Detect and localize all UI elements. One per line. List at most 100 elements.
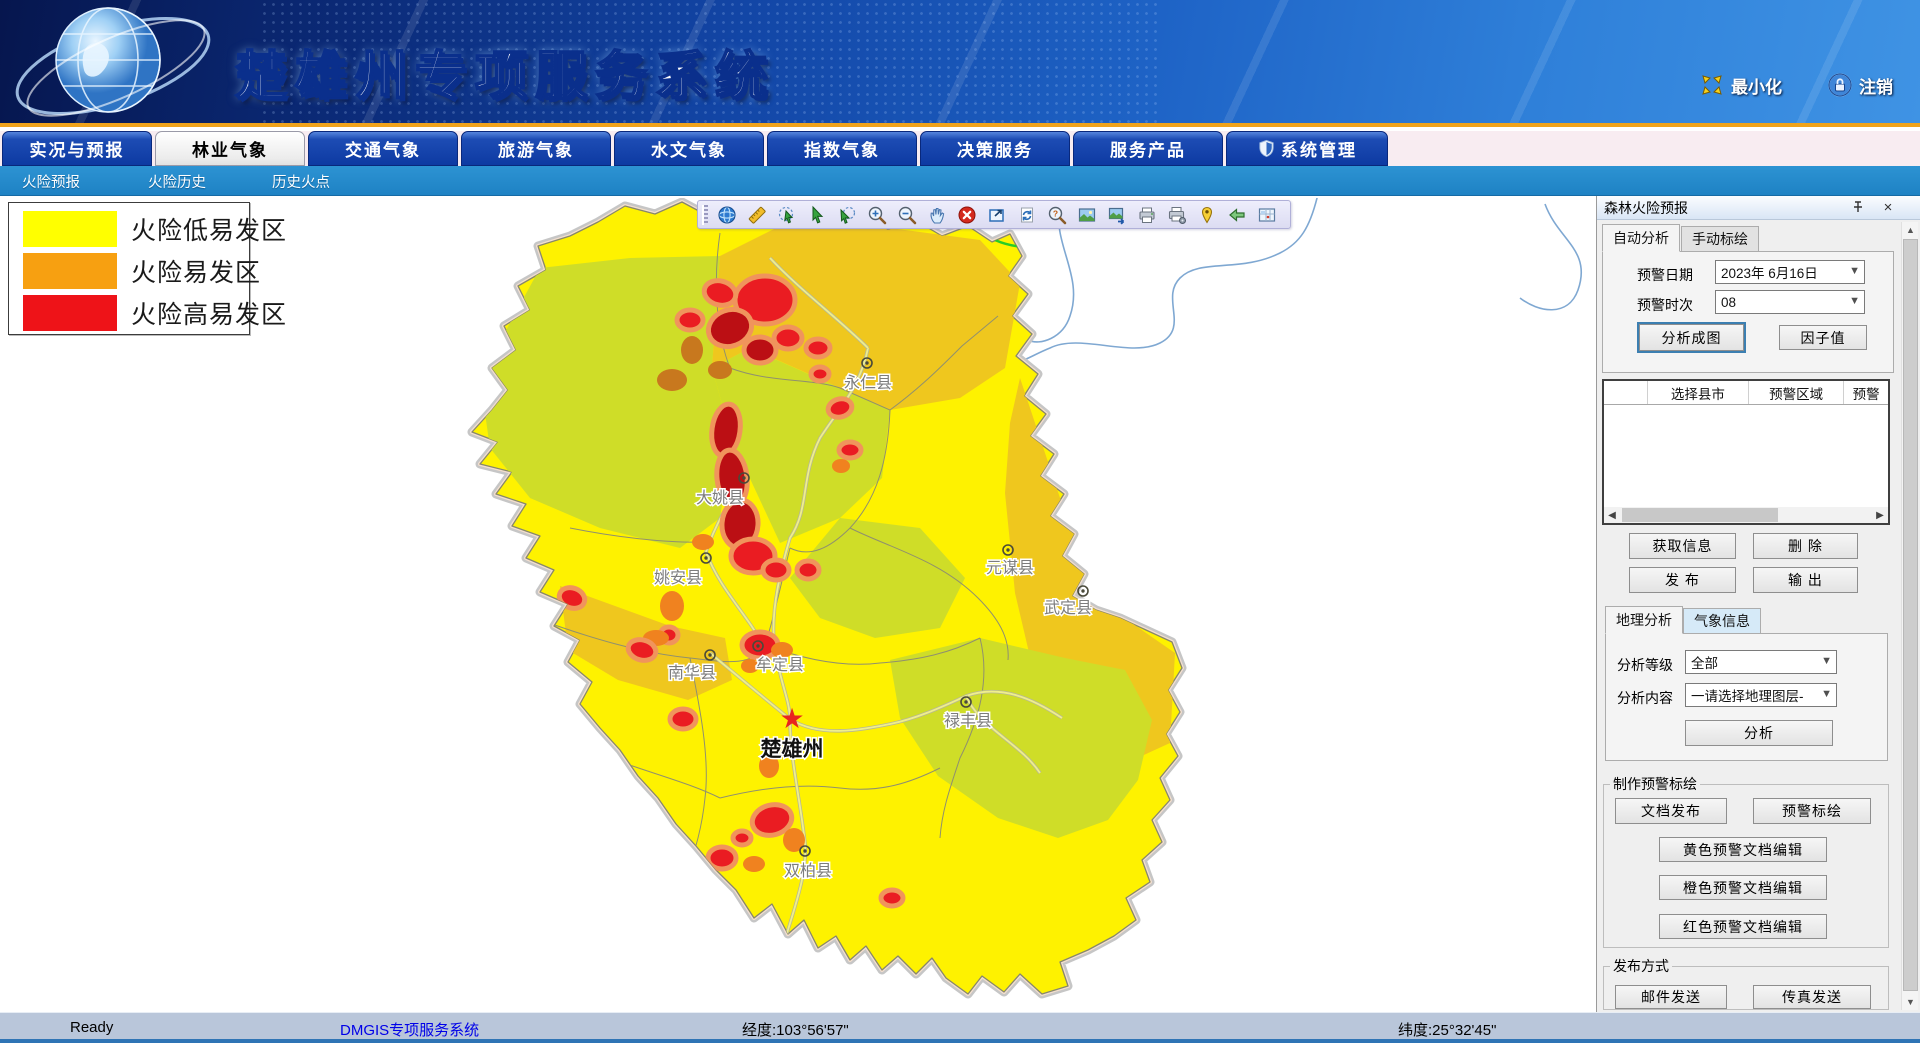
hscroll-thumb[interactable]: [1622, 508, 1778, 522]
chevron-down-icon: ▼: [1821, 688, 1832, 700]
legend-label-low: 火险低易发区: [131, 211, 287, 247]
panel-scrollbar[interactable]: ▲ ▼: [1901, 222, 1918, 1010]
close-icon[interactable]: ×: [1879, 198, 1897, 216]
analysis-content-select[interactable]: 一请选择地理图层-▼: [1685, 683, 1837, 707]
orange-warning-doc-button[interactable]: 橙色预警文档编辑: [1659, 875, 1827, 900]
fire-risk-blob: [832, 459, 850, 473]
fire-risk-blob: [677, 310, 703, 330]
warning-time-label: 预警时次: [1637, 295, 1693, 315]
tab-forestry-weather[interactable]: 林业气象: [155, 131, 305, 166]
export-button[interactable]: 输 出: [1753, 567, 1858, 593]
document-publish-button[interactable]: 文档发布: [1615, 798, 1727, 824]
analyze-button[interactable]: 分析: [1685, 720, 1833, 746]
pin-marker-icon[interactable]: [1192, 203, 1222, 227]
table-header-region: 预警区域: [1749, 381, 1844, 404]
analyze-to-map-button[interactable]: 分析成图: [1639, 324, 1744, 351]
identify-icon[interactable]: ?: [1042, 203, 1072, 227]
fire-risk-blob: [806, 339, 830, 357]
factor-value-button[interactable]: 因子值: [1779, 325, 1867, 350]
shield-icon: [1257, 139, 1276, 158]
subtab-fire-risk-history[interactable]: 火险历史: [148, 166, 206, 196]
scroll-left-icon[interactable]: ◀: [1604, 510, 1620, 521]
county-seat-dot: [865, 361, 868, 364]
status-system-link[interactable]: DMGIS专项服务系统: [340, 1019, 479, 1040]
scroll-up-icon[interactable]: ▲: [1902, 222, 1919, 238]
county-label: 禄丰县: [944, 712, 992, 730]
green-route-line: [995, 231, 1248, 248]
scrollbar-thumb[interactable]: [1903, 239, 1918, 991]
warning-time-select[interactable]: 08▼: [1715, 290, 1865, 314]
prefecture-label: 楚雄州: [761, 737, 824, 761]
select-circle-icon[interactable]: [772, 203, 802, 227]
email-send-button[interactable]: 邮件发送: [1615, 985, 1727, 1009]
scroll-right-icon[interactable]: ▶: [1872, 510, 1888, 521]
forest-fire-panel: 森林火险预报 × ▲ ▼ 自动分析 手动标绘 预警日期 2023年 6月16日▼…: [1596, 196, 1920, 1012]
back-arrow-icon[interactable]: [1222, 203, 1252, 227]
zoom-in-icon[interactable]: [862, 203, 892, 227]
prefecture-star-icon: ★: [779, 703, 804, 734]
measure-icon[interactable]: [742, 203, 772, 227]
select-zoom-icon[interactable]: [832, 203, 862, 227]
tab-tourism-weather[interactable]: 旅游气象: [461, 131, 611, 166]
export-image-icon[interactable]: [1102, 203, 1132, 227]
publish-button[interactable]: 发 布: [1629, 567, 1736, 593]
refresh-icon[interactable]: [1012, 203, 1042, 227]
image-icon[interactable]: [1072, 203, 1102, 227]
warning-results-table[interactable]: 选择县市 预警区域 预警 ◀ ▶: [1602, 379, 1890, 525]
panel-tab-auto-analysis[interactable]: 自动分析: [1602, 224, 1680, 252]
main-tabbar: 实况与预报 林业气象 交通气象 旅游气象 水文气象 指数气象 决策服务 服务产品…: [0, 131, 1920, 166]
scroll-down-icon[interactable]: ▼: [1902, 994, 1919, 1010]
fire-risk-map[interactable]: 永仁县元谋县大姚县姚安县武定县牟定县南华县禄丰县双柏县★楚雄州: [420, 198, 1596, 1010]
panel-tab-weather-info[interactable]: 气象信息: [1683, 608, 1761, 634]
zoom-out-icon[interactable]: [892, 203, 922, 227]
panel-tab-manual-plot[interactable]: 手动标绘: [1681, 226, 1759, 252]
subtab-fire-risk-forecast[interactable]: 火险预报: [22, 166, 80, 196]
county-seat-dot: [704, 556, 707, 559]
table-hscrollbar[interactable]: ◀ ▶: [1604, 507, 1888, 523]
logout-button[interactable]: 注销: [1828, 72, 1893, 98]
tab-decision-service[interactable]: 决策服务: [920, 131, 1070, 166]
red-warning-doc-button[interactable]: 红色预警文档编辑: [1659, 914, 1827, 939]
pan-icon[interactable]: [922, 203, 952, 227]
tab-index-weather[interactable]: 指数气象: [767, 131, 917, 166]
select-arrow-icon[interactable]: [802, 203, 832, 227]
tab-service-products[interactable]: 服务产品: [1073, 131, 1223, 166]
map-viewport[interactable]: 永仁县元谋县大姚县姚安县武定县牟定县南华县禄丰县双柏县★楚雄州 火险低易发区 火…: [0, 196, 1596, 1012]
fire-risk-blob: [797, 561, 819, 579]
extent-icon[interactable]: [982, 203, 1012, 227]
subtab-historical-fire-points[interactable]: 历史火点: [272, 166, 330, 196]
get-info-button[interactable]: 获取信息: [1629, 533, 1736, 559]
tab-traffic-weather[interactable]: 交通气象: [308, 131, 458, 166]
print-setup-icon[interactable]: [1162, 203, 1192, 227]
fax-send-button[interactable]: 传真发送: [1753, 985, 1871, 1009]
table-header-row: 选择县市 预警区域 预警: [1604, 381, 1888, 405]
legend-label-medium: 火险易发区: [131, 253, 261, 289]
print-icon[interactable]: [1132, 203, 1162, 227]
tab-realtime-forecast[interactable]: 实况与预报: [2, 131, 152, 166]
county-seat-dot: [803, 849, 806, 852]
delete-button[interactable]: 删 除: [1753, 533, 1858, 559]
minimize-icon: [1700, 73, 1724, 97]
tab-hydrology-weather[interactable]: 水文气象: [614, 131, 764, 166]
fire-risk-blob: [743, 856, 765, 872]
header-banner: 楚雄州专项服务系统 最小化 注销: [0, 0, 1920, 127]
tab-system-management[interactable]: 系统管理: [1226, 131, 1388, 166]
county-seat-dot: [1081, 589, 1084, 592]
toolbar-grip[interactable]: [702, 205, 708, 225]
legend-swatch-low: [23, 211, 117, 247]
yellow-warning-doc-button[interactable]: 黄色预警文档编辑: [1659, 837, 1827, 862]
pin-icon[interactable]: [1849, 198, 1867, 216]
sub-tabbar: 火险预报 火险历史 历史火点: [0, 166, 1920, 196]
stop-icon[interactable]: [952, 203, 982, 227]
fire-risk-blob: [881, 890, 903, 906]
status-bar: Ready DMGIS专项服务系统 经度:103°56'57" 纬度:25°32…: [0, 1012, 1920, 1043]
panel-titlebar: 森林火险预报 ×: [1597, 196, 1920, 220]
warning-plot-button[interactable]: 预警标绘: [1753, 798, 1871, 824]
analysis-level-select[interactable]: 全部▼: [1685, 650, 1837, 674]
warning-date-select[interactable]: 2023年 6月16日▼: [1715, 260, 1865, 284]
globe-icon[interactable]: [712, 203, 742, 227]
minimize-button[interactable]: 最小化: [1700, 72, 1782, 98]
table-header-blank: [1604, 381, 1648, 404]
panel-tab-geo-analysis[interactable]: 地理分析: [1605, 606, 1683, 634]
overview-map-icon[interactable]: [1252, 203, 1282, 227]
